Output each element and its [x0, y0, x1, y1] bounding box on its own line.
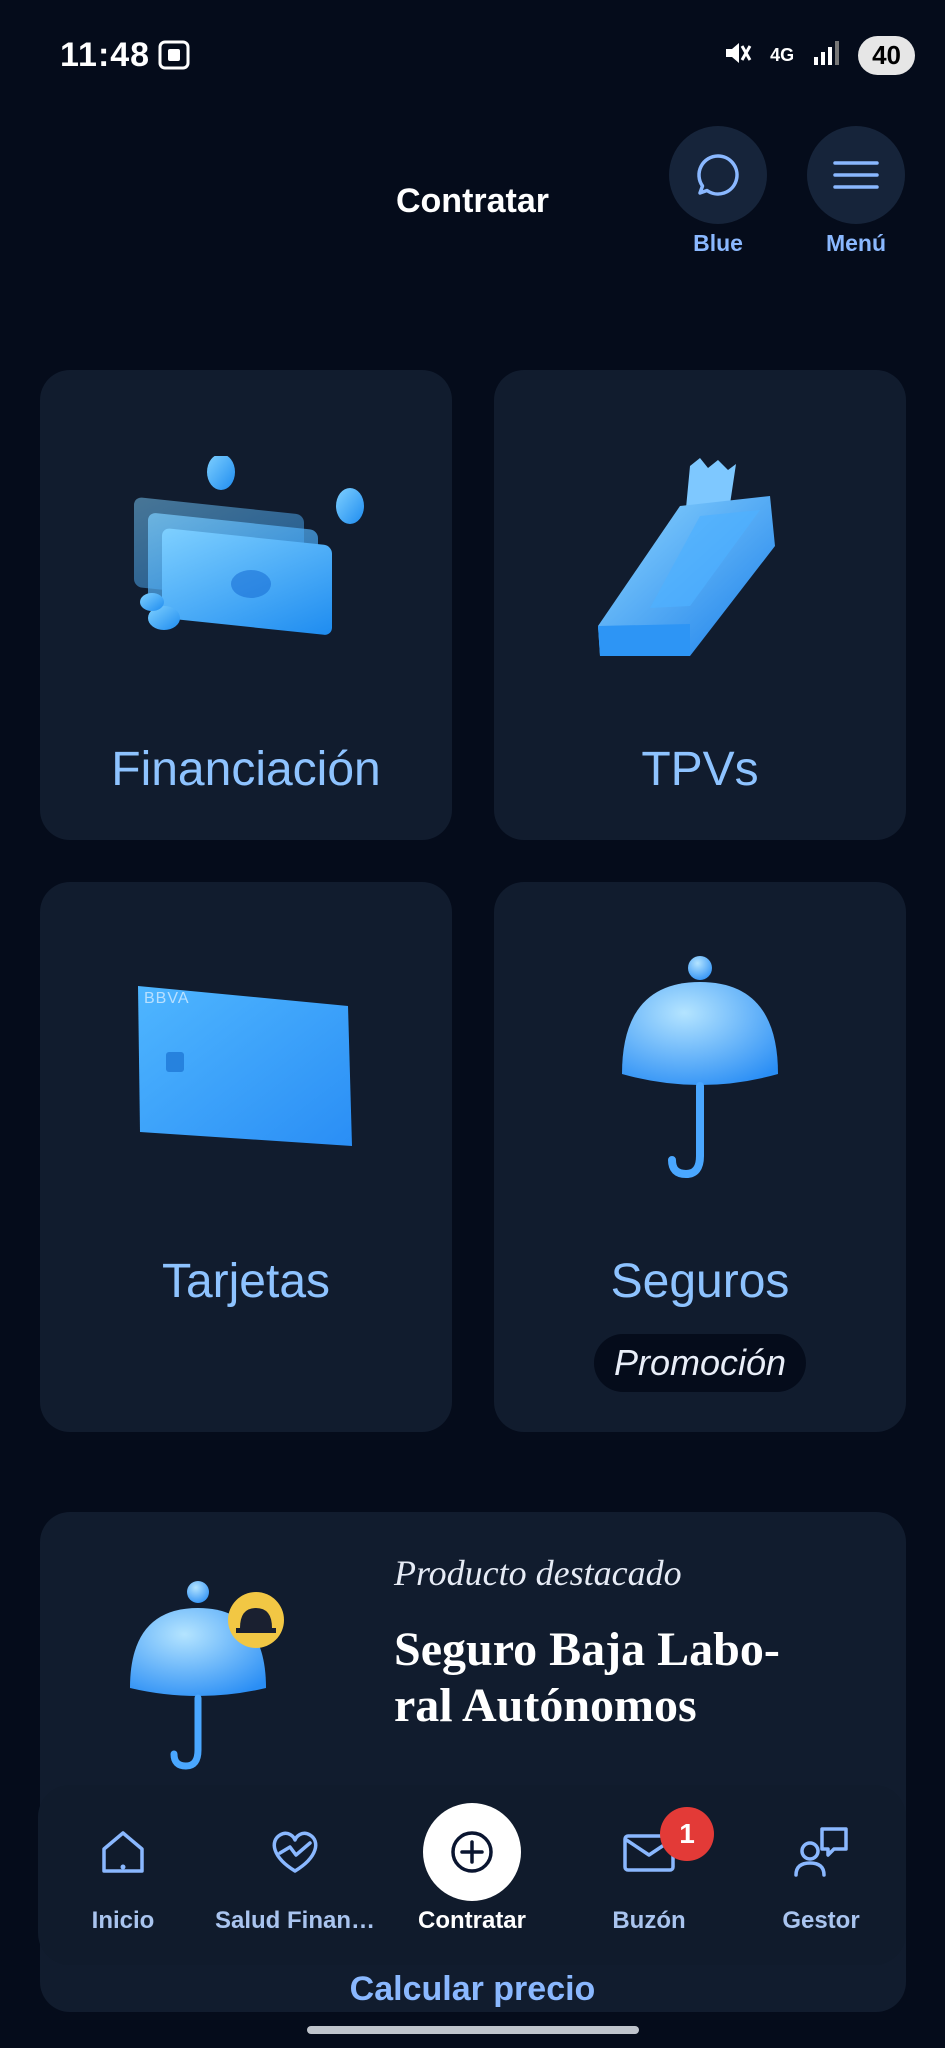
- battery-indicator: 40: [858, 36, 915, 75]
- network-label: 4G: [770, 45, 795, 65]
- nav-label-buzon: Buzón: [612, 1907, 686, 1934]
- nav-label-salud-financiera: Salud Finan…: [214, 1907, 375, 1934]
- nav-item-buzon[interactable]: 1 Buzón: [564, 1785, 734, 1965]
- promo-badge: Promoción: [593, 1334, 807, 1392]
- status-time: 11:48: [60, 36, 151, 74]
- featured-eyebrow: Producto destacado: [394, 1553, 682, 1593]
- nav-label-gestor: Gestor: [782, 1907, 860, 1934]
- plus-circle-icon: [423, 1803, 521, 1901]
- card-label-tarjetas: Tarjetas: [161, 1255, 331, 1308]
- blue-label: Blue: [693, 230, 743, 256]
- card-brand: BBVA: [144, 990, 190, 1007]
- nav-label-contratar: Contratar: [417, 1907, 526, 1934]
- home-indicator[interactable]: [307, 2026, 639, 2034]
- screen-record-icon: [158, 40, 190, 75]
- bottom-navigation: Inicio Salud Finan… Contratar 1 Buzón Ge…: [38, 1785, 906, 1965]
- card-financiacion[interactable]: Financiación: [40, 370, 452, 840]
- pos-terminal-icon: [590, 456, 810, 671]
- card-tpvs[interactable]: TPVs: [494, 370, 906, 840]
- hamburger-icon: [807, 126, 905, 224]
- umbrella-icon: [610, 956, 790, 1191]
- card-seguros[interactable]: Seguros Promoción: [494, 882, 906, 1432]
- advisor-icon: [792, 1825, 850, 1884]
- status-icons: 4G 40: [722, 36, 915, 75]
- umbrella-helmet-icon: [126, 1578, 296, 1783]
- signal-icon: [812, 39, 840, 72]
- nav-item-inicio[interactable]: Inicio: [38, 1785, 208, 1965]
- blue-assistant-button[interactable]: Blue: [658, 126, 778, 257]
- calculate-price-link[interactable]: Calcular precio: [0, 1970, 945, 2009]
- card-label-financiacion: Financiación: [111, 743, 381, 796]
- home-icon: [98, 1827, 148, 1882]
- nav-item-contratar[interactable]: Contratar: [387, 1785, 557, 1965]
- card-tarjetas[interactable]: BBVA Tarjetas: [40, 882, 452, 1432]
- money-bills-icon: [126, 454, 366, 661]
- featured-title-line2: ral Autónomos: [394, 1679, 697, 1732]
- nav-item-gestor[interactable]: Gestor: [736, 1785, 906, 1965]
- featured-title-line1: Seguro Baja Labo-: [394, 1623, 780, 1676]
- chat-bubble-icon: [669, 126, 767, 224]
- card-label-seguros: Seguros: [610, 1255, 790, 1308]
- menu-button[interactable]: Menú: [796, 126, 916, 257]
- heart-chart-icon: [268, 1827, 322, 1882]
- card-label-tpvs: TPVs: [641, 743, 759, 796]
- menu-label: Menú: [825, 230, 887, 256]
- mute-icon: [722, 38, 752, 73]
- featured-title: Seguro Baja Labo- ral Autónomos: [394, 1622, 854, 1734]
- nav-item-salud-financiera[interactable]: Salud Finan…: [210, 1785, 380, 1965]
- credit-card-icon: BBVA: [134, 982, 356, 1146]
- notification-badge: 1: [660, 1807, 714, 1861]
- nav-label-inicio: Inicio: [91, 1907, 155, 1934]
